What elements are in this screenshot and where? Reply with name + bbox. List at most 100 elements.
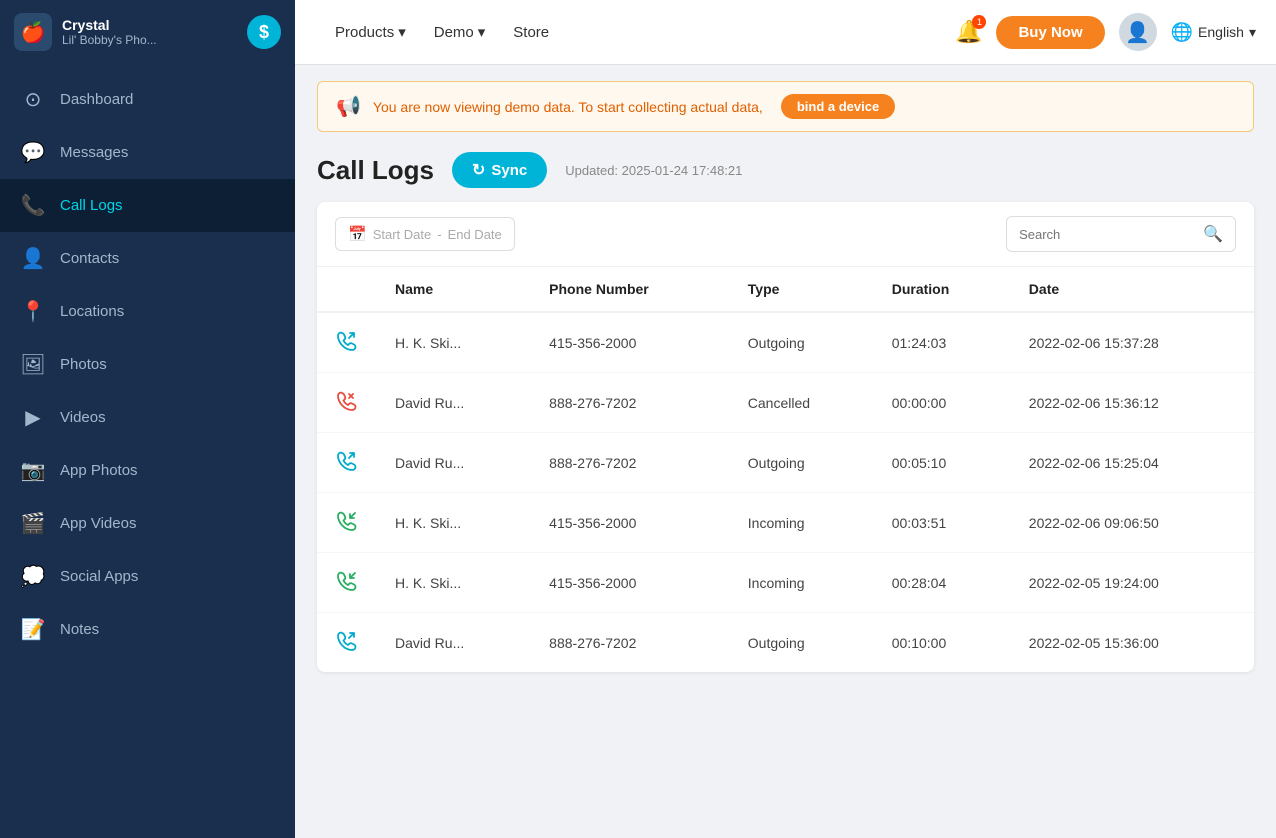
call-type-icon [317, 553, 377, 613]
search-box[interactable]: 🔍 [1006, 216, 1236, 252]
call-type: Outgoing [730, 312, 874, 373]
sidebar-item-photos[interactable]: 🖼 Photos [0, 338, 295, 391]
call-type-icon [317, 433, 377, 493]
search-input[interactable] [1019, 227, 1195, 242]
sidebar-item-app-videos[interactable]: 🎬 App Videos [0, 497, 295, 550]
sidebar-item-messages[interactable]: 💬 Messages [0, 126, 295, 179]
page-title: Call Logs [317, 155, 434, 186]
table-row: H. K. Ski... 415-356-2000 Incoming 00:03… [317, 493, 1254, 553]
sync-icon: ↻ [472, 160, 485, 180]
user-icon[interactable]: 👤 [1119, 13, 1157, 51]
call-name: H. K. Ski... [377, 493, 531, 553]
sidebar-item-app-photos[interactable]: 📷 App Photos [0, 444, 295, 497]
call-duration: 00:05:10 [874, 433, 1011, 493]
messages-icon: 💬 [20, 140, 46, 165]
call-date: 2022-02-05 19:24:00 [1011, 553, 1254, 613]
table-card: 📅 Start Date - End Date 🔍 Name Phone Nu [317, 202, 1254, 672]
contacts-icon: 👤 [20, 246, 46, 271]
brand-sub: Lil' Bobby's Pho... [62, 33, 157, 47]
sidebar-item-social-apps[interactable]: 💭 Social Apps [0, 550, 295, 603]
table-toolbar: 📅 Start Date - End Date 🔍 [317, 202, 1254, 267]
call-duration: 00:28:04 [874, 553, 1011, 613]
call-name: David Ru... [377, 373, 531, 433]
table-row: David Ru... 888-276-7202 Cancelled 00:00… [317, 373, 1254, 433]
notes-icon: 📝 [20, 617, 46, 642]
table-row: David Ru... 888-276-7202 Outgoing 00:05:… [317, 433, 1254, 493]
call-type: Outgoing [730, 613, 874, 673]
sidebar-item-call-logs[interactable]: 📞 Call Logs [0, 179, 295, 232]
brand-dollar: $ [247, 15, 281, 49]
bind-device-button[interactable]: bind a device [781, 94, 895, 119]
apple-icon: 🍎 [14, 13, 52, 51]
call-type: Outgoing [730, 433, 874, 493]
call-type: Cancelled [730, 373, 874, 433]
sidebar-item-locations[interactable]: 📍 Locations [0, 285, 295, 338]
call-type: Incoming [730, 493, 874, 553]
topnav: 🍎 Crystal Lil' Bobby's Pho... $ Products… [0, 0, 1276, 65]
col-header-icon [317, 267, 377, 312]
call-phone: 888-276-7202 [531, 373, 730, 433]
brand-name: Crystal [62, 17, 157, 33]
call-date: 2022-02-06 15:36:12 [1011, 373, 1254, 433]
call-name: David Ru... [377, 433, 531, 493]
call-phone: 415-356-2000 [531, 312, 730, 373]
brand-area: 🍎 Crystal Lil' Bobby's Pho... $ [0, 0, 295, 65]
sidebar-item-notes[interactable]: 📝 Notes [0, 603, 295, 656]
col-header-phone: Phone Number [531, 267, 730, 312]
content-area: 📢 You are now viewing demo data. To star… [295, 65, 1276, 838]
page-header: Call Logs ↻ Sync Updated: 2025-01-24 17:… [295, 132, 1276, 202]
table-row: David Ru... 888-276-7202 Outgoing 00:10:… [317, 613, 1254, 673]
bell-badge: 1 [972, 15, 986, 29]
col-header-type: Type [730, 267, 874, 312]
demo-banner: 📢 You are now viewing demo data. To star… [317, 81, 1254, 132]
dashboard-icon: ⊙ [20, 87, 46, 112]
sync-button[interactable]: ↻ Sync [452, 152, 547, 188]
app-photos-icon: 📷 [20, 458, 46, 483]
sidebar-item-dashboard[interactable]: ⊙ Dashboard [0, 73, 295, 126]
brand-text: Crystal Lil' Bobby's Pho... [62, 17, 157, 47]
chevron-down-icon: ▾ [478, 23, 486, 41]
call-logs-table: Name Phone Number Type Duration Date H. … [317, 267, 1254, 672]
call-type-icon [317, 373, 377, 433]
nav-products[interactable]: Products ▾ [335, 23, 406, 41]
call-logs-icon: 📞 [20, 193, 46, 218]
social-apps-icon: 💭 [20, 564, 46, 589]
calendar-icon: 📅 [348, 225, 367, 243]
sidebar-item-videos[interactable]: ▶ Videos [0, 391, 295, 444]
language-selector[interactable]: 🌐 English ▾ [1171, 22, 1256, 43]
col-header-name: Name [377, 267, 531, 312]
call-phone: 415-356-2000 [531, 553, 730, 613]
call-name: H. K. Ski... [377, 312, 531, 373]
nav-store[interactable]: Store [513, 24, 549, 41]
table-row: H. K. Ski... 415-356-2000 Incoming 00:28… [317, 553, 1254, 613]
call-type: Incoming [730, 553, 874, 613]
call-date: 2022-02-05 15:36:00 [1011, 613, 1254, 673]
start-date-placeholder: Start Date [373, 227, 432, 242]
call-date: 2022-02-06 09:06:50 [1011, 493, 1254, 553]
call-duration: 00:03:51 [874, 493, 1011, 553]
nav-links: Products ▾ Demo ▾ Store [335, 23, 549, 41]
topnav-actions: 🔔 1 Buy Now 👤 🌐 English ▾ [955, 13, 1256, 51]
col-header-date: Date [1011, 267, 1254, 312]
call-duration: 01:24:03 [874, 312, 1011, 373]
globe-icon: 🌐 [1171, 22, 1193, 43]
end-date-placeholder: End Date [448, 227, 502, 242]
call-type-icon [317, 312, 377, 373]
call-date: 2022-02-06 15:37:28 [1011, 312, 1254, 373]
photos-icon: 🖼 [20, 352, 46, 377]
date-range-picker[interactable]: 📅 Start Date - End Date [335, 217, 515, 251]
bell-icon[interactable]: 🔔 1 [955, 19, 982, 45]
search-icon: 🔍 [1203, 224, 1223, 244]
table-header-row: Name Phone Number Type Duration Date [317, 267, 1254, 312]
updated-text: Updated: 2025-01-24 17:48:21 [565, 163, 742, 178]
call-type-icon [317, 613, 377, 673]
main-layout: ⊙ Dashboard 💬 Messages 📞 Call Logs 👤 Con… [0, 65, 1276, 838]
chevron-down-icon: ▾ [1249, 24, 1256, 41]
buy-now-button[interactable]: Buy Now [996, 16, 1104, 49]
sidebar-item-contacts[interactable]: 👤 Contacts [0, 232, 295, 285]
call-duration: 00:10:00 [874, 613, 1011, 673]
nav-demo[interactable]: Demo ▾ [434, 23, 486, 41]
sidebar: ⊙ Dashboard 💬 Messages 📞 Call Logs 👤 Con… [0, 65, 295, 838]
call-phone: 415-356-2000 [531, 493, 730, 553]
call-name: H. K. Ski... [377, 553, 531, 613]
